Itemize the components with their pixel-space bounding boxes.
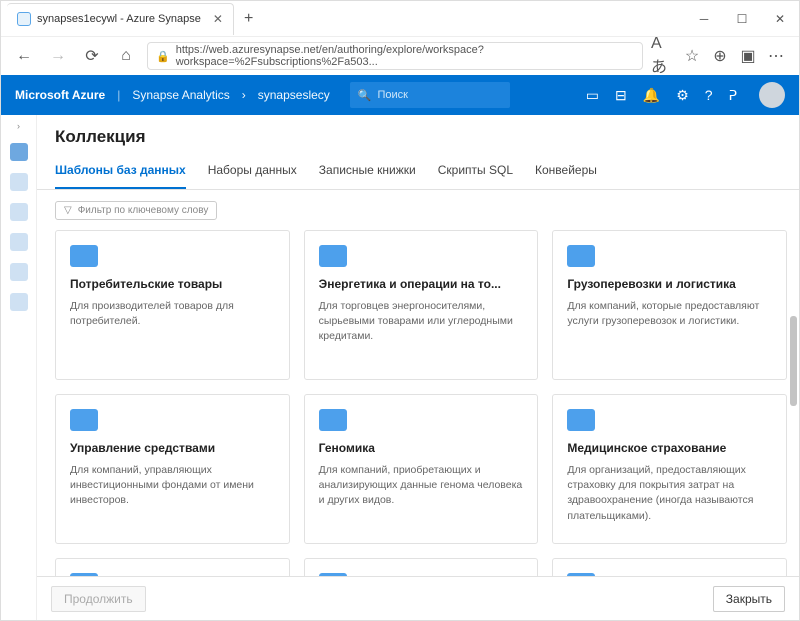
card-icon — [70, 245, 98, 267]
window-close-icon[interactable]: ✕ — [761, 1, 799, 37]
settings-icon[interactable]: ⚙ — [676, 87, 689, 104]
search-input[interactable]: 🔍 Поиск — [350, 82, 510, 108]
scrollbar-thumb[interactable] — [790, 316, 797, 406]
card-description: Для компаний, управляющих инвестиционным… — [70, 463, 275, 509]
card-title: Медицинское страхование — [567, 441, 772, 455]
read-aloud-icon[interactable]: Aあ — [651, 43, 677, 69]
lock-icon: 🔒 — [156, 50, 170, 63]
tab-pipelines[interactable]: Конвейеры — [535, 155, 597, 189]
directory-icon[interactable]: ⊟ — [615, 87, 627, 104]
continue-button[interactable]: Продолжить — [51, 586, 146, 612]
feedback-icon[interactable]: ▭ — [586, 87, 599, 104]
brand-label: Microsoft Azure — [15, 88, 105, 102]
card-icon — [567, 573, 595, 576]
card-title: Потребительские товары — [70, 277, 275, 291]
favicon — [17, 12, 31, 26]
rail-monitor-icon[interactable] — [10, 263, 28, 281]
diagnostics-icon[interactable]: ᕈ — [729, 87, 737, 104]
browser-toolbar: ← → ⟳ ⌂ 🔒 https://web.azuresynapse.net/e… — [1, 37, 799, 75]
page-title: Коллекция — [37, 115, 799, 155]
rail-integrate-icon[interactable] — [10, 233, 28, 251]
card-title: Грузоперевозки и логистика — [567, 277, 772, 291]
refresh-button[interactable]: ⟳ — [79, 43, 105, 69]
card-title: Энергетика и операции на то... — [319, 277, 524, 291]
left-nav-rail: › — [1, 115, 37, 620]
template-card[interactable]: Грузоперевозки и логистика Для компаний, … — [552, 230, 787, 380]
card-icon — [319, 245, 347, 267]
rail-manage-icon[interactable] — [10, 293, 28, 311]
card-description: Для компаний, приобретающих и анализирую… — [319, 463, 524, 509]
template-card[interactable]: Страхование и аннуитетыДля компаний, пре… — [304, 558, 539, 576]
azure-header: Microsoft Azure | Synapse Analytics › sy… — [1, 75, 799, 115]
filter-icon: ▽ — [64, 205, 72, 216]
collections-icon[interactable]: ⊕ — [707, 43, 733, 69]
footer: Продолжить Закрыть — [37, 576, 799, 620]
template-card[interactable]: Управление средствами Для компаний, управ… — [55, 394, 290, 544]
rail-chevron-icon[interactable]: › — [17, 121, 20, 131]
card-icon — [319, 409, 347, 431]
tab-title: synapses1ecywl - Azure Synapse — [37, 13, 201, 25]
new-tab-button[interactable]: + — [234, 10, 263, 28]
menu-icon[interactable]: ⋯ — [763, 43, 789, 69]
close-tab-icon[interactable]: ✕ — [213, 12, 223, 26]
scrollbar-track[interactable] — [787, 226, 797, 576]
address-bar[interactable]: 🔒 https://web.azuresynapse.net/en/author… — [147, 42, 643, 70]
rail-develop-icon[interactable] — [10, 203, 28, 221]
rail-data-icon[interactable] — [10, 173, 28, 191]
url-text: https://web.azuresynapse.net/en/authorin… — [176, 44, 634, 68]
card-icon — [319, 573, 347, 576]
help-icon[interactable]: ? — [705, 87, 713, 103]
card-description: Для торговцев энергоносителями, сырьевым… — [319, 299, 524, 345]
tab-notebooks[interactable]: Записные книжки — [319, 155, 416, 189]
card-description: Для производителей товаров для потребите… — [70, 299, 275, 329]
card-icon — [567, 409, 595, 431]
window-maximize-icon[interactable]: ☐ — [723, 1, 761, 37]
favorite-icon[interactable]: ☆ — [679, 43, 705, 69]
card-icon — [567, 245, 595, 267]
chevron-right-icon: › — [242, 88, 246, 102]
card-icon — [70, 573, 98, 576]
gallery-tabs: Шаблоны баз данных Наборы данных Записны… — [37, 155, 799, 190]
template-card[interactable]: Энергетика и операции на то... Для торгов… — [304, 230, 539, 380]
search-icon: 🔍 — [358, 89, 372, 102]
tab-db-templates[interactable]: Шаблоны баз данных — [55, 155, 186, 189]
tab-sql-scripts[interactable]: Скрипты SQL — [438, 155, 513, 189]
template-card[interactable]: Медицинское страхование Для организаций, … — [552, 394, 787, 544]
template-card[interactable]: Геномика Для компаний, приобретающих и ан… — [304, 394, 539, 544]
home-button[interactable]: ⌂ — [113, 43, 139, 69]
template-card[interactable]: ПроизводствоДля компаний, работающих в — [552, 558, 787, 576]
window-minimize-icon[interactable]: ─ — [685, 1, 723, 37]
product-label[interactable]: Synapse Analytics — [132, 88, 229, 102]
card-icon — [70, 409, 98, 431]
back-button[interactable]: ← — [11, 43, 37, 69]
template-card[interactable]: Поставщики медицинских услугДля компаний… — [55, 558, 290, 576]
close-button[interactable]: Закрыть — [713, 586, 785, 612]
workspace-label[interactable]: synapseslecy — [258, 88, 330, 102]
rail-home-icon[interactable] — [10, 143, 28, 161]
card-description: Для организаций, предоставляющих страхов… — [567, 463, 772, 524]
card-title: Управление средствами — [70, 441, 275, 455]
card-description: Для компаний, которые предоставляют услу… — [567, 299, 772, 329]
extensions-icon[interactable]: ▣ — [735, 43, 761, 69]
template-card[interactable]: Потребительские товары Для производителей… — [55, 230, 290, 380]
keyword-filter-input[interactable]: ▽ Фильтр по ключевому слову — [55, 201, 217, 220]
browser-tab[interactable]: synapses1ecywl - Azure Synapse ✕ — [7, 3, 234, 35]
card-title: Геномика — [319, 441, 524, 455]
search-placeholder: Поиск — [378, 89, 408, 101]
browser-titlebar: synapses1ecywl - Azure Synapse ✕ + ─ ☐ ✕ — [1, 1, 799, 37]
tab-datasets[interactable]: Наборы данных — [208, 155, 297, 189]
card-scroll-area: Потребительские товары Для производителей… — [37, 226, 799, 576]
user-avatar[interactable] — [759, 82, 785, 108]
forward-button[interactable]: → — [45, 43, 71, 69]
notifications-icon[interactable]: 🔔 — [643, 87, 660, 104]
filter-placeholder: Фильтр по ключевому слову — [78, 205, 209, 216]
